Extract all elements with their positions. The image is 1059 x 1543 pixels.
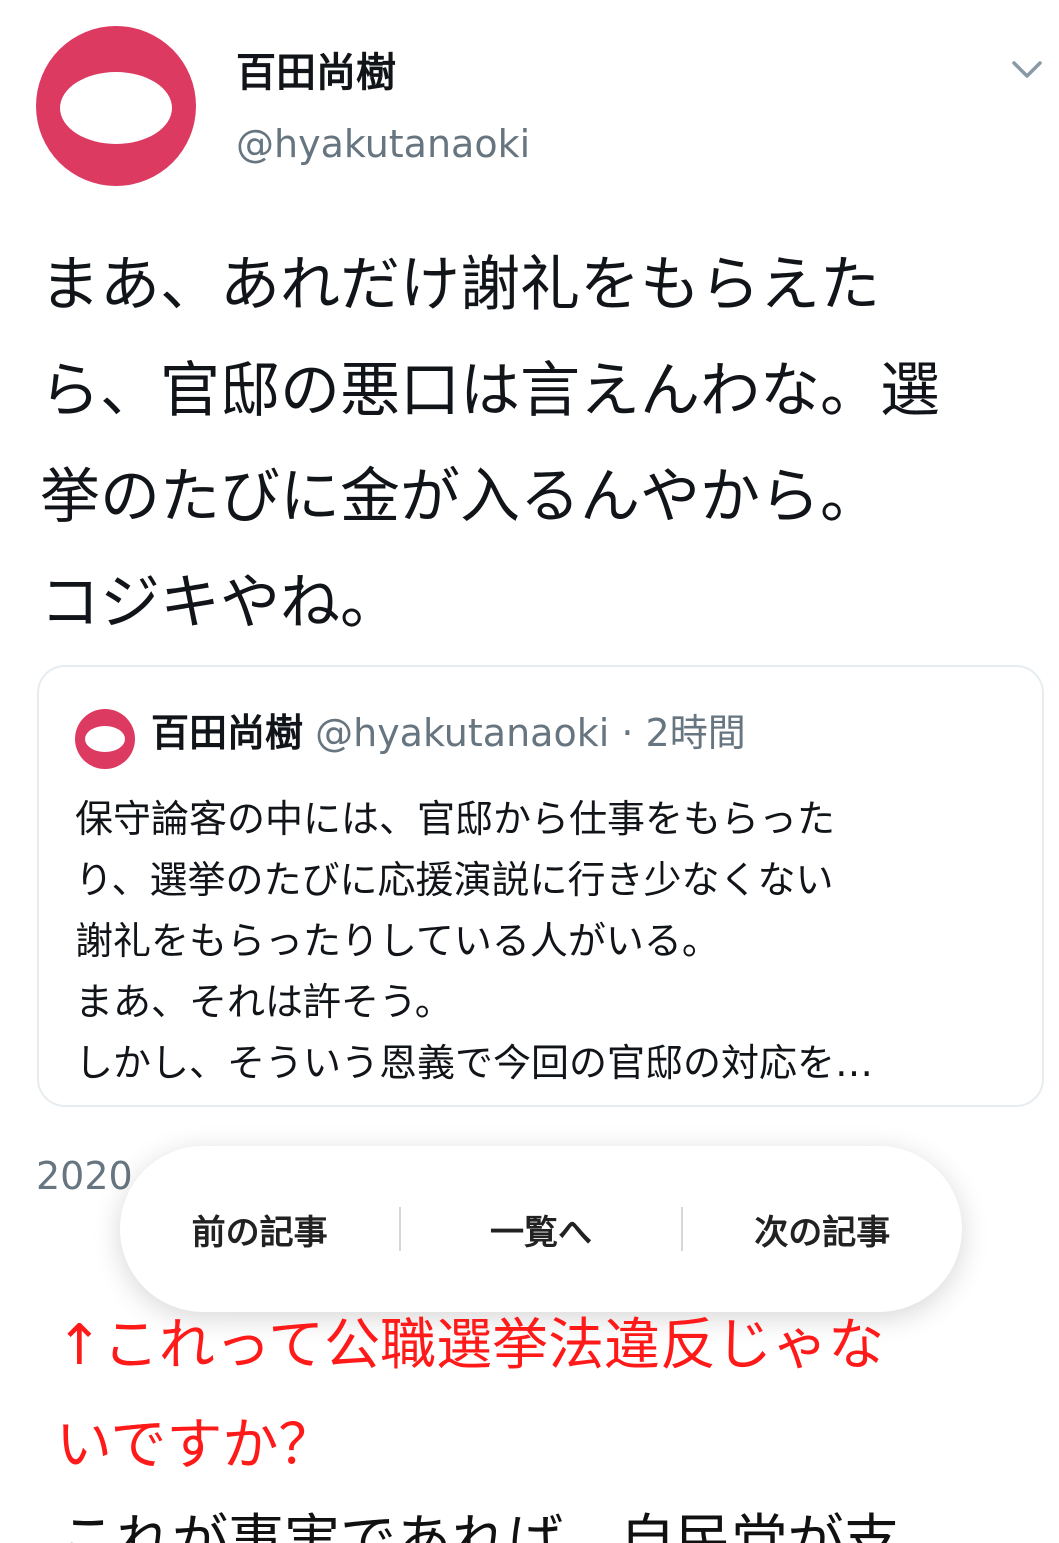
quoted-avatar (75, 709, 135, 769)
quoted-time: 2時間 (645, 711, 746, 755)
article-red-line: ↑これって公職選挙法違反じゃな (56, 1313, 885, 1378)
tweet-line: ら、官邸の悪口は言えんわな。選 (40, 356, 940, 426)
page: 百田尚樹 @hyakutanaoki まあ、あれだけ謝礼をもらえた ら、官邸の悪… (0, 0, 1059, 1543)
handle[interactable]: @hyakutanaoki (236, 122, 530, 166)
tweet-text: まあ、あれだけ謝礼をもらえた ら、官邸の悪口は言えんわな。選 挙のたびに金が入る… (40, 232, 1040, 656)
quoted-line: しかし、そういう恩義で今回の官邸の対応を… (75, 1041, 874, 1085)
article-highlight-text: ↑これって公職選挙法違反じゃな いですか？ (56, 1296, 1036, 1496)
quoted-handle: @hyakutanaoki (315, 711, 610, 755)
next-article-button[interactable]: 次の記事 (683, 1205, 962, 1254)
quoted-tweet-card[interactable]: 百田尚樹 @hyakutanaoki · 2時間 保守論客の中には、官邸から仕事… (37, 665, 1044, 1107)
quoted-display-name: 百田尚樹 (151, 711, 304, 755)
article-red-line: いですか？ (56, 1413, 335, 1478)
quoted-header: 百田尚樹 @hyakutanaoki · 2時間 (151, 707, 746, 759)
article-text: これが事実であれば、自民党が支 (60, 1509, 900, 1543)
quoted-line: 謝礼をもらったりしている人がいる。 (75, 919, 720, 963)
tweet-line: 挙のたびに金が入るんやから。 (40, 462, 880, 532)
quoted-line: 保守論客の中には、官邸から仕事をもらった (75, 797, 836, 841)
list-button[interactable]: 一覧へ (401, 1205, 680, 1254)
tweet-date: 2020 (36, 1154, 133, 1198)
display-name[interactable]: 百田尚樹 (236, 40, 396, 98)
tweet-line: まあ、あれだけ謝礼をもらえた (40, 250, 880, 320)
article-nav-bar: 前の記事 一覧へ 次の記事 (120, 1146, 962, 1312)
tweet-line: コジキやね。 (40, 568, 400, 638)
quoted-text: 保守論客の中には、官邸から仕事をもらった り、選挙のたびに応援演説に行き少なくな… (75, 789, 1035, 1094)
quoted-line: り、選挙のたびに応援演説に行き少なくない (75, 858, 834, 902)
quoted-line: まあ、それは許そう。 (75, 980, 453, 1024)
avatar[interactable] (36, 26, 196, 186)
prev-article-button[interactable]: 前の記事 (120, 1205, 399, 1254)
quoted-separator: · (609, 711, 646, 755)
chevron-down-icon[interactable] (1010, 54, 1044, 84)
